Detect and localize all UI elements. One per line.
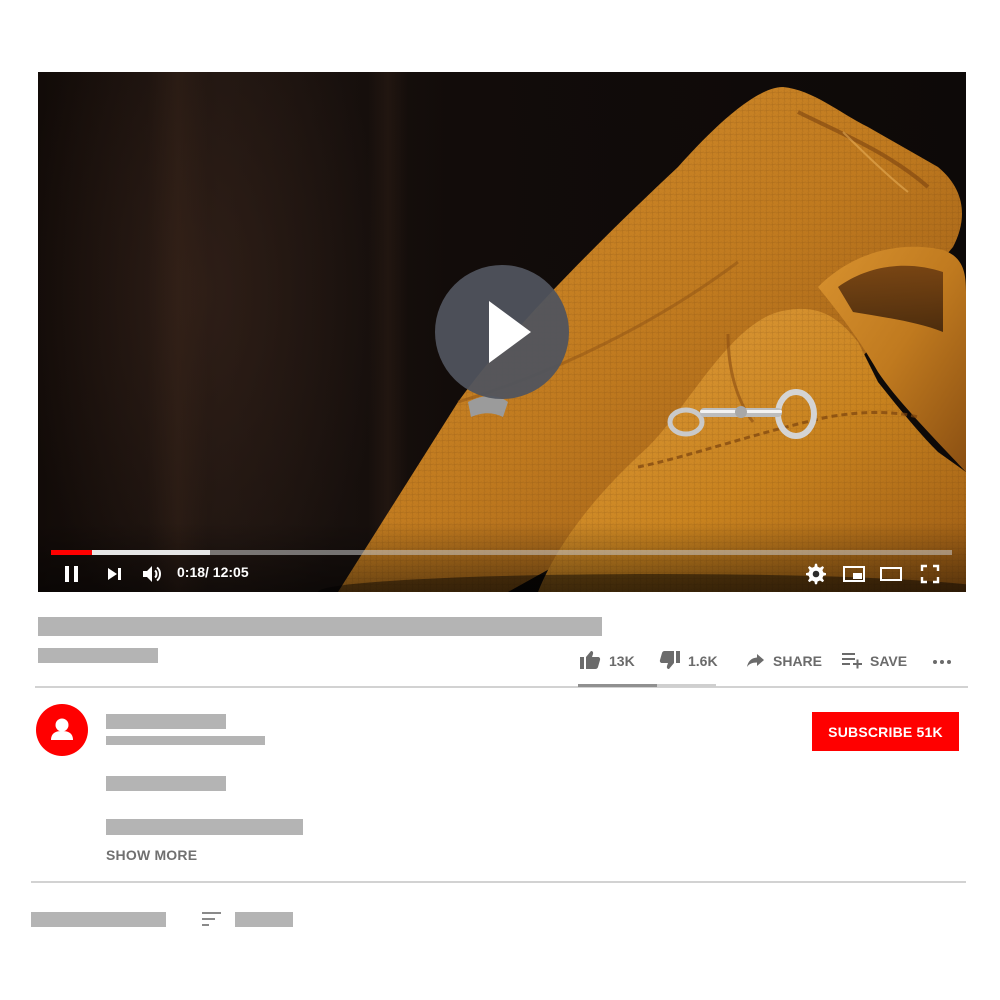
pause-icon (65, 566, 78, 582)
subscribe-button[interactable]: SUBSCRIBE 51K (812, 712, 959, 751)
share-label: SHARE (773, 653, 823, 669)
progress-bar[interactable] (51, 550, 952, 555)
theater-mode-button[interactable] (878, 562, 904, 586)
big-play-button[interactable] (435, 265, 569, 399)
volume-icon (143, 566, 161, 582)
more-icon (933, 660, 951, 664)
save-button[interactable]: SAVE (840, 648, 908, 674)
sort-label-placeholder (235, 912, 293, 927)
more-actions-button[interactable] (930, 648, 954, 674)
show-more-link[interactable]: SHOW MORE (106, 847, 197, 863)
like-dislike-ratio-bar (578, 684, 716, 687)
dislike-count: 1.6K (688, 653, 718, 669)
miniplayer-button[interactable] (841, 562, 867, 586)
metadata-divider (35, 686, 968, 688)
volume-button[interactable] (140, 562, 164, 586)
miniplayer-icon (843, 566, 865, 582)
time-display: 0:18/ 12:05 (177, 564, 249, 580)
skip-next-icon (108, 568, 121, 580)
progress-played (51, 550, 92, 555)
like-ratio-fill (578, 684, 657, 687)
thumbs-up-icon (580, 651, 601, 669)
subscriber-count-placeholder (106, 736, 265, 745)
settings-icon (806, 563, 826, 585)
save-label: SAVE (870, 653, 908, 669)
video-page: 0:18/ 12:05 13K 1.6K SHARE SAVE SUBSCRIB… (0, 0, 1000, 1000)
theater-mode-icon (880, 567, 902, 581)
next-button[interactable] (104, 562, 124, 586)
view-count-placeholder (38, 648, 158, 663)
sort-comments-button[interactable] (201, 909, 223, 934)
comment-count-placeholder (31, 912, 166, 927)
thumbs-down-icon (659, 651, 680, 669)
video-player[interactable]: 0:18/ 12:05 (38, 72, 966, 592)
channel-name-placeholder (106, 714, 226, 729)
share-button[interactable]: SHARE (744, 648, 823, 674)
description-line-placeholder (106, 776, 226, 791)
settings-button[interactable] (804, 562, 828, 586)
like-button[interactable]: 13K (578, 648, 638, 674)
fullscreen-button[interactable] (918, 562, 942, 586)
dislike-button[interactable]: 1.6K (658, 648, 720, 674)
user-icon (51, 718, 73, 740)
fullscreen-icon (920, 564, 940, 584)
channel-avatar[interactable] (36, 704, 88, 756)
description-line-placeholder (106, 819, 303, 835)
description-divider (31, 881, 966, 883)
like-count: 13K (609, 653, 635, 669)
pause-button[interactable] (62, 562, 82, 586)
video-title-placeholder (38, 617, 602, 636)
playlist-add-icon (842, 653, 862, 669)
play-icon (489, 301, 531, 363)
sort-icon (202, 912, 221, 926)
share-icon (747, 654, 764, 667)
